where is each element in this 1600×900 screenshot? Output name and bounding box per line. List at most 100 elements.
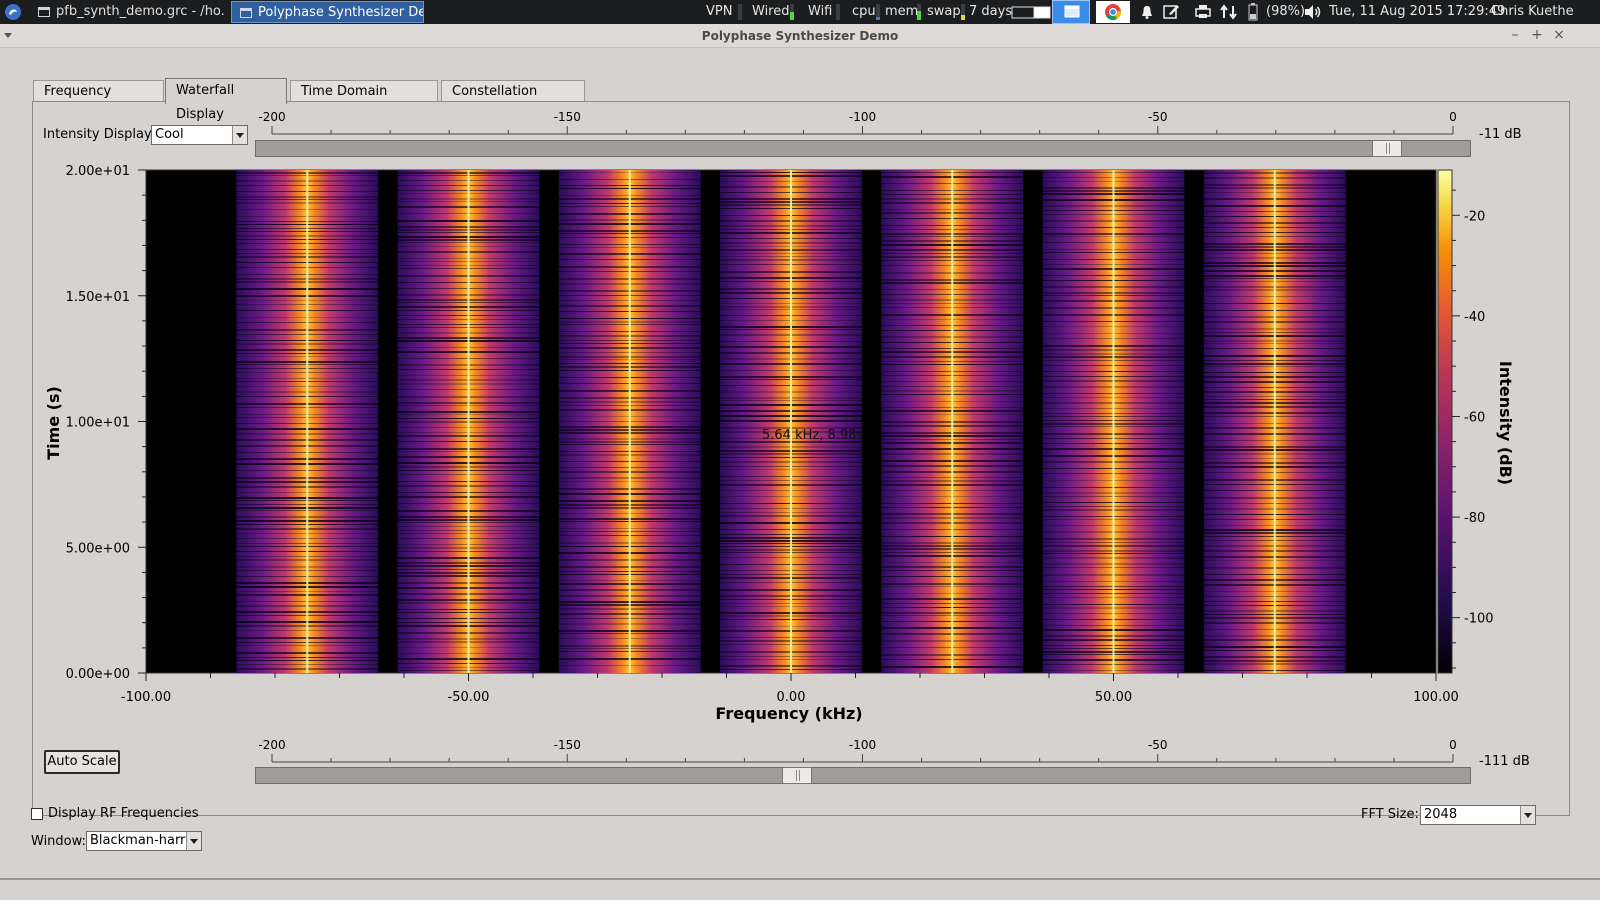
scale-tick-label: -50 (1148, 738, 1168, 752)
channel-band-group (236, 170, 1346, 673)
waterfall-plot[interactable]: -100.00 -50.00 0.00 50.00 100.00 0.00e+00 5.0… (34, 158, 1534, 728)
wired-meter (790, 4, 794, 20)
cpu-meter (876, 4, 880, 20)
bell-icon[interactable] (1140, 0, 1154, 24)
x-axis: -100.00 -50.00 0.00 50.00 100.00 (121, 673, 1459, 705)
y-axis-label: Time (s) (44, 386, 63, 460)
chrome-icon[interactable] (1094, 0, 1132, 24)
system-taskbar: pfb_synth_demo.grc - /ho... Polyphase Sy… (0, 0, 1600, 24)
channel-band (397, 170, 540, 673)
swap-meter (961, 4, 965, 20)
window-select[interactable]: Blackman-harris (86, 831, 202, 851)
workspace-switcher-icon[interactable] (1011, 0, 1051, 24)
y-tick-label: 5.00e+00 (66, 541, 130, 556)
y-tick-label: 1.50e+01 (66, 290, 130, 305)
bottom-slider-scale: -200 -150 -100 -50 0 (258, 738, 1457, 763)
tab-waterfall-display[interactable]: Waterfall Display (165, 78, 287, 122)
status-bar (0, 878, 1600, 900)
start-menu-icon[interactable] (4, 0, 22, 24)
scale-tick-label: -200 (258, 738, 285, 752)
channel-band (881, 170, 1024, 673)
close-button[interactable]: × (1551, 27, 1567, 43)
task-label: Polyphase Synthesizer De... (258, 5, 424, 20)
scale-tick-label: -100 (849, 738, 876, 752)
intensity-display-label: Intensity Display: (43, 127, 156, 142)
fft-size-label: FFT Size: (1361, 807, 1419, 822)
window-value: Blackman-harris (90, 833, 196, 848)
intensity-display-select[interactable]: Cool (151, 125, 248, 145)
tab-frequency-display[interactable]: Frequency Display (33, 80, 164, 121)
bottom-slider-value: -111 dB (1479, 754, 1530, 769)
task-pfb-synth-demo[interactable]: pfb_synth_demo.grc - /ho... (30, 1, 225, 23)
x-tick-label: 50.00 (1095, 690, 1132, 705)
cpu-indicator[interactable]: cpu (852, 0, 876, 24)
mem-indicator[interactable]: mem (885, 0, 918, 24)
fft-size-select[interactable]: 2048 (1420, 805, 1536, 825)
channel-band (720, 170, 862, 673)
battery-icon[interactable] (1248, 0, 1258, 24)
scale-tick-label: -100 (849, 110, 876, 124)
notes-icon[interactable] (1162, 0, 1180, 24)
window-icon (38, 7, 50, 17)
volume-icon[interactable] (1303, 0, 1323, 24)
y-tick-label: 2.00e+01 (66, 164, 130, 179)
colorbar-tick-label: -100 (1464, 612, 1494, 627)
window-title: Polyphase Synthesizer Demo (701, 29, 899, 43)
window-icon (240, 8, 252, 18)
scale-tick-label: 0 (1449, 110, 1457, 124)
window-titlebar: Polyphase Synthesizer Demo – + × (0, 24, 1600, 48)
cursor-readout: 5.64 kHz, 8.98s (762, 428, 863, 443)
window-label: Window: (31, 834, 86, 849)
clock[interactable]: Tue, 11 Aug 2015 17:29:49 (1329, 0, 1505, 24)
colorbar-tick-label: -20 (1464, 209, 1485, 224)
battery-percent[interactable]: (98%) (1266, 0, 1305, 24)
y-tick-label: 1.00e+01 (66, 416, 130, 431)
uptime-indicator[interactable]: 7 days (969, 0, 1012, 24)
scale-tick-label: -150 (554, 110, 581, 124)
colorbar-tick-label: -40 (1464, 310, 1485, 325)
x-tick-label: -50.00 (448, 690, 490, 705)
wifi-meter (836, 4, 840, 20)
y-tick-label: 0.00e+00 (66, 667, 130, 682)
scale-tick-label: -200 (258, 110, 285, 124)
bottom-intensity-slider[interactable] (255, 767, 1471, 784)
colorbar (1437, 169, 1453, 674)
colorbar-tick-label: -80 (1464, 511, 1485, 526)
printer-icon[interactable] (1194, 0, 1212, 24)
network-transfer-icon[interactable] (1219, 0, 1239, 24)
user-name[interactable]: Chris Kuethe (1491, 0, 1574, 24)
intensity-display-value: Cool (155, 127, 184, 142)
fft-size-value: 2048 (1424, 807, 1458, 822)
channel-band (236, 170, 379, 673)
chevron-down-icon (232, 126, 247, 144)
vpn-meter (738, 4, 742, 20)
file-manager-icon[interactable] (1052, 0, 1090, 24)
maximize-button[interactable]: + (1529, 27, 1545, 43)
top-slider-scale: -200 -150 -100 -50 0 (258, 110, 1457, 135)
auto-scale-button[interactable]: Auto Scale (44, 750, 120, 774)
y-axis: 0.00e+00 5.00e+00 1.00e+01 1.50e+01 2.00e+01 (66, 164, 146, 682)
swap-indicator[interactable]: swap (927, 0, 961, 24)
bottom-slider-handle[interactable] (781, 767, 812, 784)
x-tick-label: 100.00 (1413, 690, 1459, 705)
x-tick-label: -100.00 (121, 690, 171, 705)
colorbar-axis: -20 -40 -60 -80 -100 (1452, 189, 1494, 669)
tab-time-domain-display[interactable]: Time Domain Display (290, 80, 438, 121)
colorbar-label: Intensity (dB) (1496, 361, 1515, 485)
display-rf-frequencies-label: Display RF Frequencies (48, 806, 199, 821)
chevron-down-icon (186, 832, 201, 850)
channel-band (1042, 170, 1185, 673)
top-intensity-slider[interactable] (255, 140, 1471, 157)
task-polyphase-synthesizer[interactable]: Polyphase Synthesizer De... (231, 1, 424, 23)
mem-meter (917, 4, 921, 20)
top-slider-handle[interactable] (1372, 140, 1403, 157)
wired-indicator[interactable]: Wired (752, 0, 790, 24)
x-axis-label: Frequency (kHz) (715, 704, 862, 723)
scale-tick-label: 0 (1449, 738, 1457, 752)
wifi-indicator[interactable]: Wifi (808, 0, 832, 24)
top-slider-value: -11 dB (1479, 127, 1522, 142)
minimize-button[interactable]: – (1507, 27, 1523, 43)
vpn-indicator[interactable]: VPN (706, 0, 732, 24)
display-rf-frequencies-checkbox[interactable] (31, 808, 43, 820)
tab-constellation-display[interactable]: Constellation Display (441, 80, 585, 121)
